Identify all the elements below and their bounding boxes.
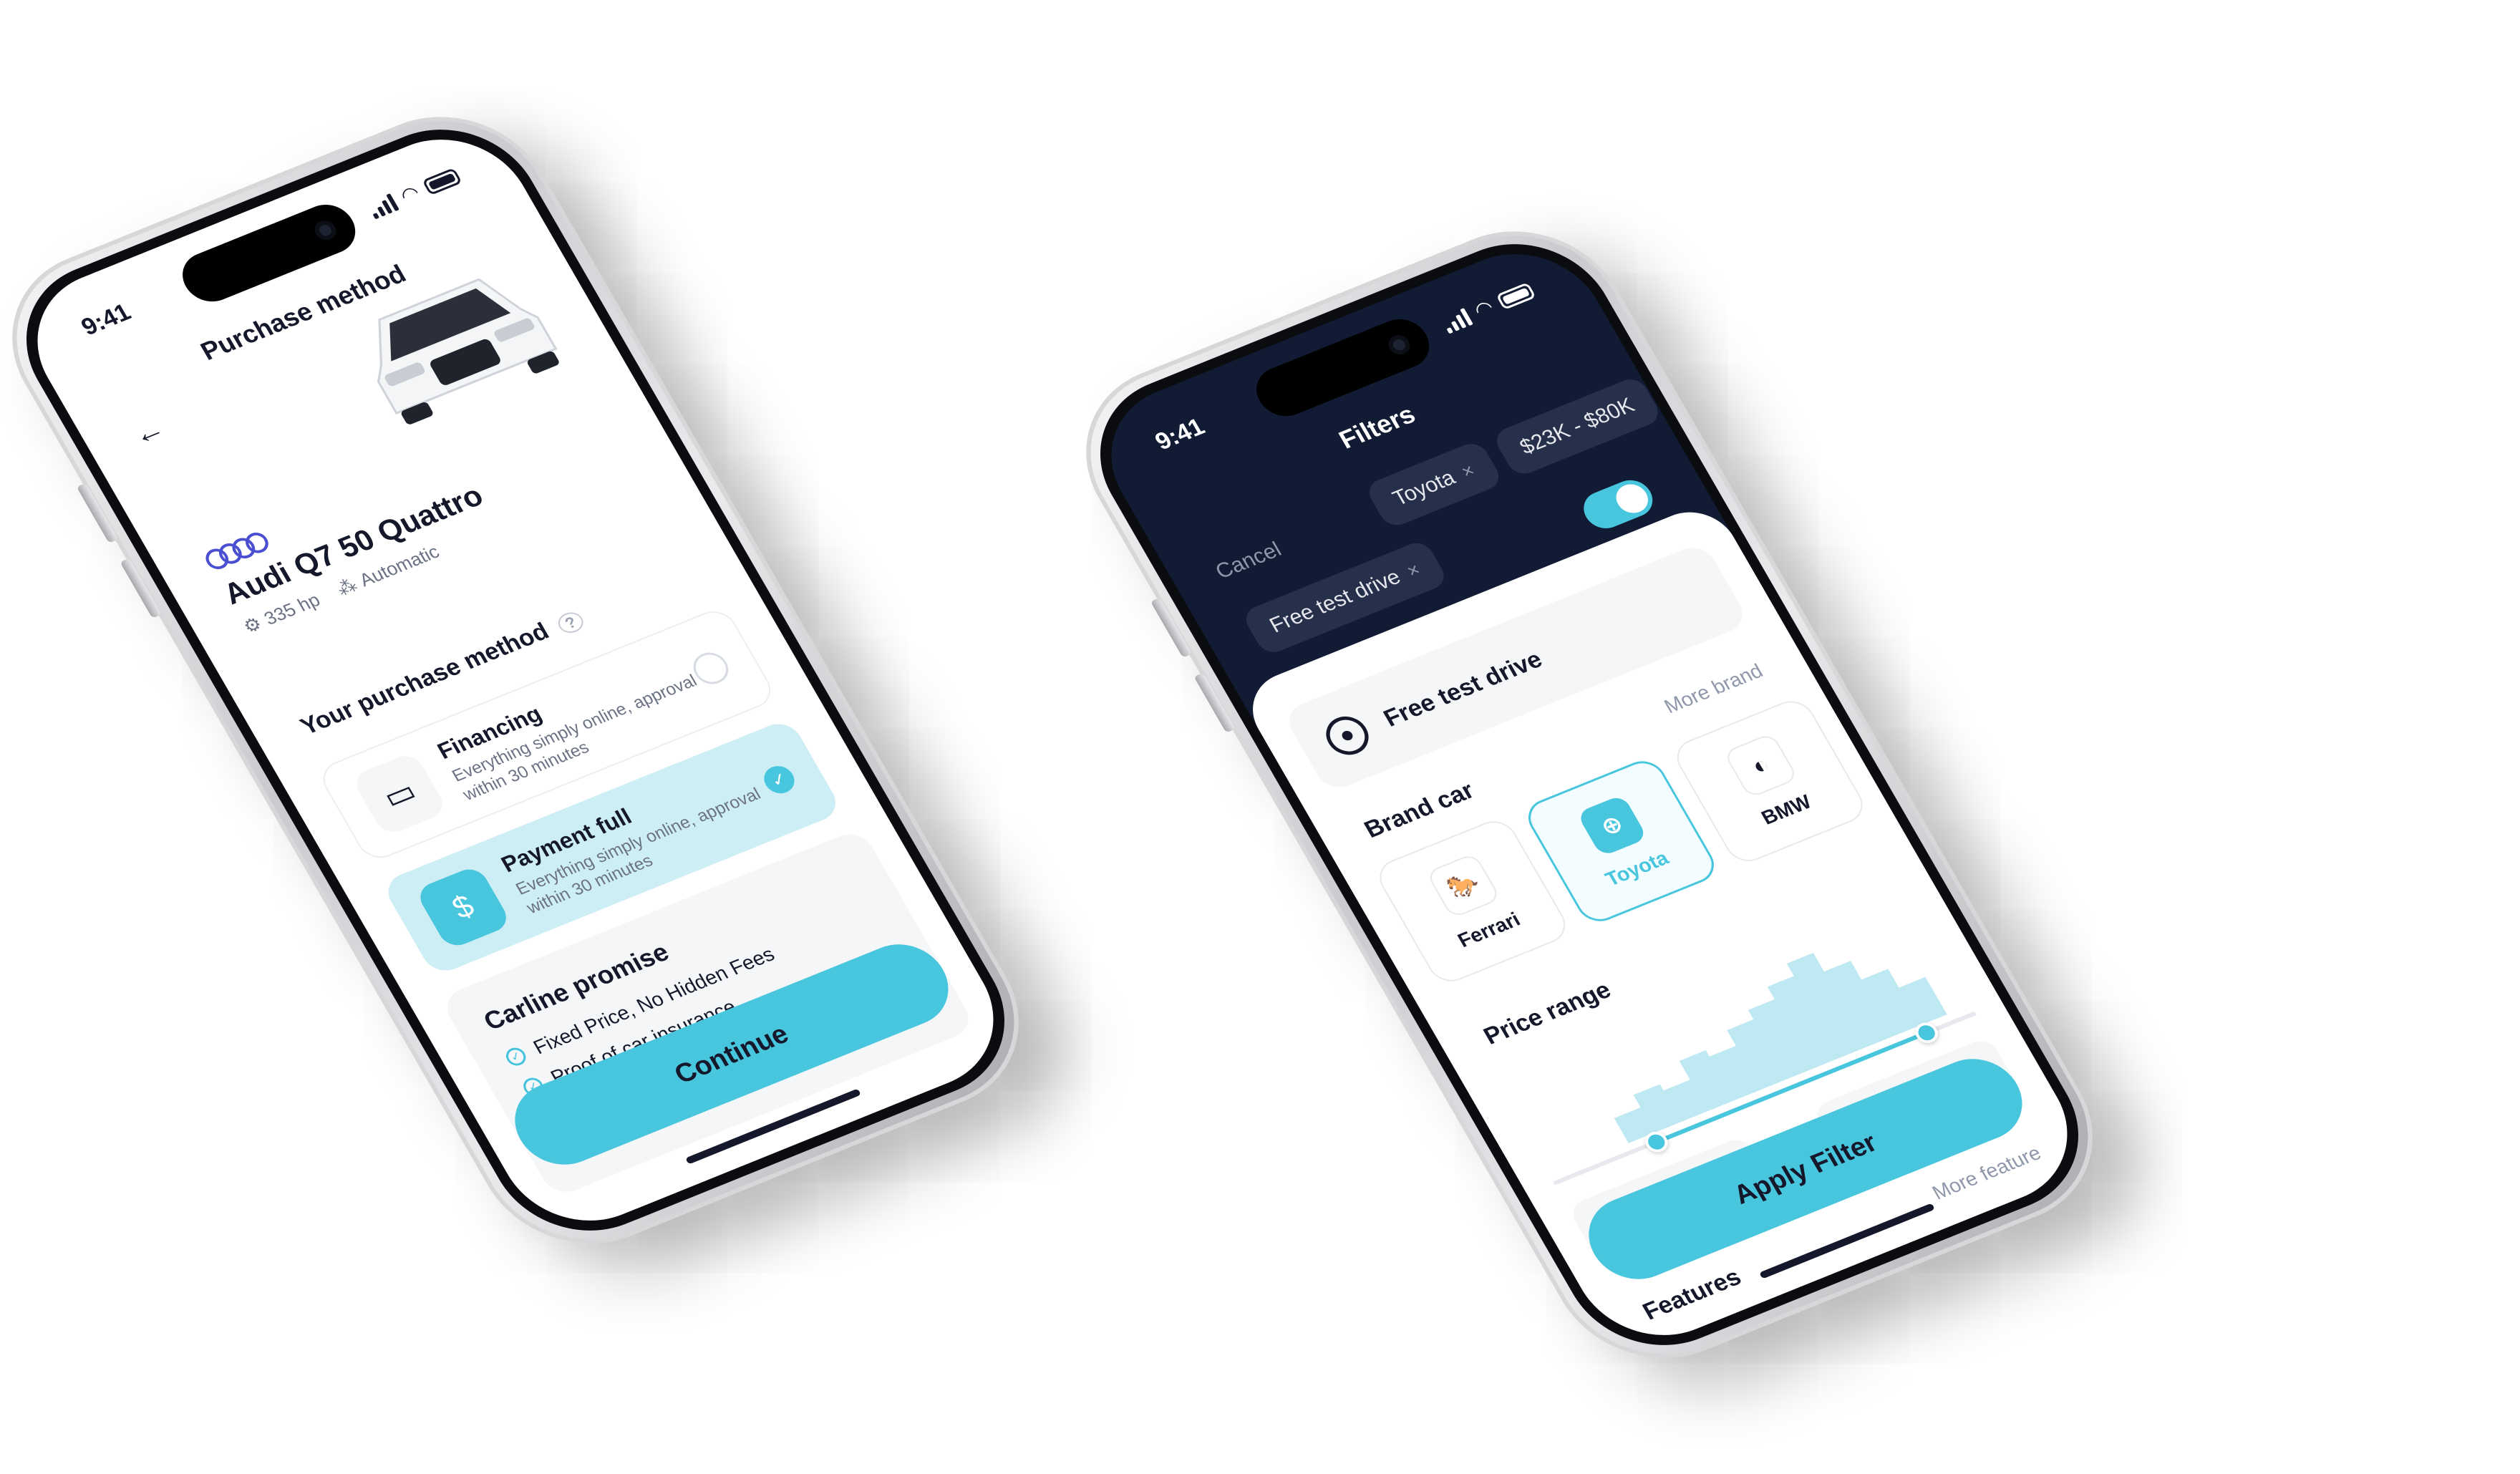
camera-icon xyxy=(311,218,340,243)
chip-label: Free test drive xyxy=(1265,565,1405,638)
steering-wheel-icon xyxy=(1318,710,1377,761)
status-time: 9:41 xyxy=(76,299,136,341)
phone-frame: 9:41 ◠ Filters Cancel Toyota × $23K - $80… xyxy=(1048,201,2131,1388)
price-section-title: Price range xyxy=(1478,976,1616,1050)
gear-shift-icon: ⁂ xyxy=(332,573,362,600)
screen: 9:41 ◠ Purchase method ← Audi Q7 50 Quat… xyxy=(7,115,1024,1245)
phone-bezel: 9:41 ◠ Filters Cancel Toyota × $23K - $80… xyxy=(1067,218,2112,1372)
car-summary: Audi Q7 50 Quattro ⚙ 335 hp ⁂ Automatic xyxy=(201,451,505,638)
chip-label: $23K - $80K xyxy=(1516,393,1639,460)
card-icon: ▭ xyxy=(350,751,449,838)
engine-icon: ⚙ xyxy=(239,612,266,638)
chip-label: Toyota xyxy=(1388,465,1460,510)
signal-icon xyxy=(365,193,399,220)
phone-frame: 9:41 ◠ Purchase method ← Audi Q7 50 Quat… xyxy=(0,87,1057,1274)
signal-icon xyxy=(1439,307,1473,334)
brand-name: Ferrari xyxy=(1453,908,1524,951)
screen: 9:41 ◠ Filters Cancel Toyota × $23K - $80… xyxy=(1081,230,2098,1359)
back-arrow-icon[interactable]: ← xyxy=(126,411,171,452)
close-icon[interactable]: × xyxy=(1402,558,1424,582)
feature-air-conditioning[interactable]: Air Conditi xyxy=(2007,1158,2098,1274)
wifi-icon: ◠ xyxy=(396,181,424,208)
battery-icon xyxy=(1496,282,1536,311)
dollar-icon: $ xyxy=(414,864,513,951)
status-icons: ◠ xyxy=(1439,281,1537,334)
status-time: 9:41 xyxy=(1150,413,1210,455)
brand-name: BMW xyxy=(1757,790,1816,829)
more-brand-link[interactable]: More brand xyxy=(1660,659,1767,718)
cancel-button[interactable]: Cancel xyxy=(1211,538,1286,584)
phone-purchase-method: 9:41 ◠ Purchase method ← Audi Q7 50 Quat… xyxy=(0,87,1057,1274)
wifi-icon: ◠ xyxy=(1470,296,1498,322)
free-test-drive-label: Free test drive xyxy=(1378,645,1547,732)
phone-bezel: 9:41 ◠ Purchase method ← Audi Q7 50 Quat… xyxy=(0,103,1038,1257)
close-icon[interactable]: × xyxy=(1457,459,1478,483)
chip-price[interactable]: $23K - $80K xyxy=(1491,374,1664,479)
ferrari-logo-icon: 🐎 xyxy=(1425,852,1502,919)
brand-name: Toyota xyxy=(1601,846,1672,891)
chip-toyota[interactable]: Toyota × xyxy=(1363,439,1504,530)
status-icons: ◠ xyxy=(365,166,463,220)
filter-sheet: Free test drive Brand car More brand 🐎 Fe… xyxy=(1236,474,2098,1359)
check-circle-icon: ✓ xyxy=(503,1044,530,1069)
toyota-logo-icon: ⊕ xyxy=(1576,794,1648,857)
camera-icon xyxy=(1385,332,1414,358)
bmw-logo-icon: ◐ xyxy=(1722,732,1799,799)
phone-filters: 9:41 ◠ Filters Cancel Toyota × $23K - $80… xyxy=(1048,201,2131,1388)
info-icon[interactable]: ? xyxy=(554,608,587,636)
battery-icon xyxy=(422,168,462,196)
test-drive-toggle[interactable] xyxy=(1576,474,1660,534)
